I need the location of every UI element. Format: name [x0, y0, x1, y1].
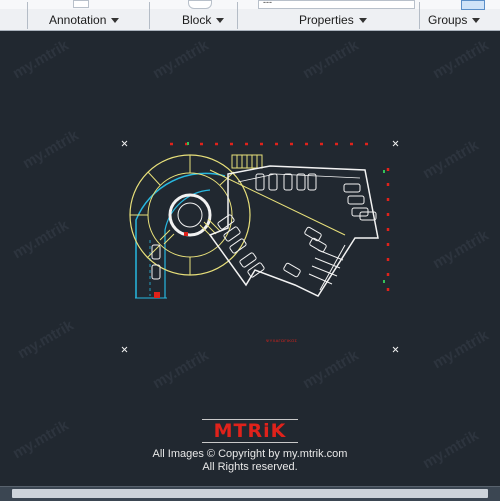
- mtrik-logo: MTRiK: [0, 419, 500, 443]
- core-stairs: [159, 218, 221, 245]
- horizontal-scrollbar[interactable]: [12, 489, 488, 498]
- rights-line: All Rights reserved.: [202, 461, 298, 473]
- panel-block-label: Block: [182, 13, 212, 27]
- plan-label: ΨΥΧΑΓΩΓΙΚΟΣ: [266, 338, 298, 343]
- green-markers: [187, 142, 385, 283]
- copyright-line: All Images © Copyright by my.mtrik.com: [152, 448, 348, 460]
- drawing-canvas[interactable]: my.mtrik my.mtrik my.mtrik my.mtrik my.m…: [0, 31, 500, 486]
- panel-annotation[interactable]: Annotation: [49, 10, 120, 30]
- bottom-status-strip: [0, 486, 500, 501]
- ribbon-separator: [27, 2, 28, 29]
- floor-plan-drawing: [121, 140, 399, 353]
- chevron-down-icon: [472, 17, 481, 23]
- groups-selected-badge[interactable]: [461, 0, 485, 10]
- ribbon-block-control[interactable]: [188, 0, 212, 9]
- properties-dropdown[interactable]: ---: [258, 0, 415, 9]
- panel-groups[interactable]: Groups: [428, 10, 481, 30]
- chevron-down-icon: [216, 17, 225, 23]
- ribbon-separator: [149, 2, 150, 29]
- chevron-down-icon: [111, 17, 120, 23]
- logo-text: MTRiK: [201, 419, 299, 443]
- spiral-ramp: [135, 172, 226, 299]
- ribbon-separator: [237, 2, 238, 29]
- panel-properties[interactable]: Properties: [299, 10, 367, 30]
- ribbon-toolbar: --- Annotation Block Properties Groups: [0, 0, 500, 31]
- panel-properties-label: Properties: [299, 13, 354, 27]
- chevron-down-icon: [358, 17, 367, 23]
- viewport-corner-markers: [121, 140, 399, 353]
- parking-hall-outline: [208, 165, 379, 297]
- properties-field-value: ---: [263, 0, 272, 7]
- panel-annotation-label: Annotation: [49, 13, 107, 27]
- panel-groups-label: Groups: [428, 13, 468, 27]
- ribbon-separator: [419, 2, 420, 29]
- stair-block: [231, 154, 263, 169]
- ribbon-small-button[interactable]: [73, 0, 89, 8]
- panel-block[interactable]: Block: [182, 10, 225, 30]
